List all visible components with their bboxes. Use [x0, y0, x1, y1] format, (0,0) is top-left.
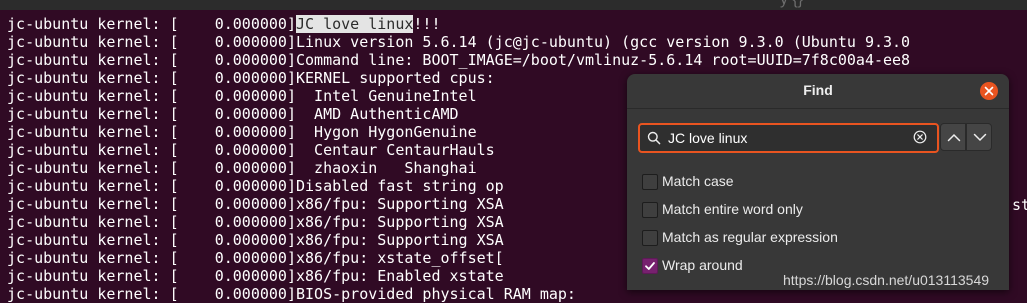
log-message-text: Hygon HygonGenuine: [296, 123, 477, 141]
match-entire-word-checkbox[interactable]: [642, 202, 658, 218]
log-message-text: Linux version 5.6.14 (jc@jc-ubuntu) (gcc…: [296, 33, 911, 51]
log-prefix-text: y 24 12:16:45 jc-ubuntu kernel: [ 0.0000…: [7, 213, 296, 231]
search-field[interactable]: [638, 123, 939, 153]
log-prefix: y 24 12:16:45 jc-ubuntu kernel: [ 0.0000…: [0, 33, 296, 51]
find-next-button[interactable]: [966, 123, 992, 151]
log-prefix: y 24 12:16:45 jc-ubuntu kernel: [ 0.0000…: [0, 141, 296, 159]
log-message: x86/fpu: Supporting XSA: [296, 231, 504, 249]
log-message-text: x86/fpu: Enabled xstate: [296, 267, 504, 285]
log-prefix: y 24 12:16:45 jc-ubuntu kernel: [ 0.0000…: [0, 267, 296, 285]
log-message: Linux version 5.6.14 (jc@jc-ubuntu) (gcc…: [296, 33, 910, 51]
log-message: Disabled fast string op: [296, 177, 504, 195]
log-message-text: x86/fpu: Supporting XSA: [296, 195, 504, 213]
log-prefix: y 24 12:16:45 jc-ubuntu kernel: [ 0.0000…: [0, 51, 296, 69]
log-prefix: y 24 12:16:45 jc-ubuntu kernel: [ 0.0000…: [0, 87, 296, 105]
log-prefix: y 24 12:16:45 jc-ubuntu kernel: [ 0.0000…: [0, 159, 296, 177]
log-prefix: y 24 12:16:45 jc-ubuntu kernel: [ 0.0000…: [0, 285, 296, 303]
log-message-text: Disabled fast string op: [296, 177, 504, 195]
window-title-fragment: y {}: [780, 0, 803, 9]
log-message: Command line: BOOT_IMAGE=/boot/vmlinuz-5…: [296, 51, 910, 69]
terminal-right-fragment: ste: [1012, 196, 1027, 214]
chevron-down-icon: [973, 133, 987, 142]
log-prefix: y 24 12:16:45 jc-ubuntu kernel: [ 0.0000…: [0, 249, 296, 267]
log-message-text: BIOS-provided physical RAM map:: [296, 285, 576, 303]
log-message: zhaoxin Shanghai: [296, 159, 477, 177]
close-icon: [984, 86, 994, 96]
log-prefix-text: y 24 12:16:45 jc-ubuntu kernel: [ 0.0000…: [7, 105, 296, 123]
match-case-label: Match case: [662, 173, 734, 189]
find-previous-button[interactable]: [940, 123, 966, 151]
match-case-checkbox[interactable]: [642, 174, 658, 190]
log-prefix-text: y 24 12:16:45 jc-ubuntu kernel: [ 0.0000…: [7, 33, 296, 51]
log-message-text: x86/fpu: xstate_offset[: [296, 249, 504, 267]
window-titlebar: y {}: [0, 0, 1027, 10]
log-prefix-text: y 24 12:16:45 jc-ubuntu kernel: [ 0.0000…: [7, 195, 296, 213]
search-icon: [647, 131, 661, 145]
log-message-text: !!!: [413, 15, 441, 33]
log-message-text: x86/fpu: Supporting XSA: [296, 213, 504, 231]
log-prefix-text: y 24 12:16:45 jc-ubuntu kernel: [ 0.0000…: [7, 249, 296, 267]
match-regex-checkbox[interactable]: [642, 230, 658, 246]
wrap-around-label: Wrap around: [662, 257, 743, 273]
log-prefix: y 24 12:16:45 jc-ubuntu kernel: [ 0.0000…: [0, 105, 296, 123]
chevron-up-icon: [947, 133, 961, 142]
log-message-text: x86/fpu: Supporting XSA: [296, 231, 504, 249]
log-message-text: Command line: BOOT_IMAGE=/boot/vmlinuz-5…: [296, 51, 911, 69]
log-prefix-text: y 24 12:16:45 jc-ubuntu kernel: [ 0.0000…: [7, 87, 296, 105]
wrap-around-checkbox[interactable]: [642, 258, 658, 274]
clear-search-icon[interactable]: [913, 130, 927, 144]
log-message: AMD AuthenticAMD: [296, 105, 459, 123]
log-prefix: y 24 12:16:45 jc-ubuntu kernel: [ 0.0000…: [0, 123, 296, 141]
log-message-text: Intel GenuineIntel: [296, 87, 477, 105]
log-message: Hygon HygonGenuine: [296, 123, 477, 141]
find-dialog-title: Find: [803, 82, 833, 98]
log-prefix: y 24 12:16:45 jc-ubuntu kernel: [ 0.0000…: [0, 231, 296, 249]
log-message-text: zhaoxin Shanghai: [296, 159, 477, 177]
match-entire-word-label: Match entire word only: [662, 201, 803, 217]
log-prefix: y 24 12:16:45 jc-ubuntu kernel: [ 0.0000…: [0, 177, 296, 195]
log-prefix-text: y 24 12:16:45 jc-ubuntu kernel: [ 0.0000…: [7, 51, 296, 69]
log-prefix-text: y 24 12:16:45 jc-ubuntu kernel: [ 0.0000…: [7, 15, 296, 33]
log-message: KERNEL supported cpus:: [296, 69, 495, 87]
search-input[interactable]: [668, 125, 908, 151]
log-message-text: Centaur CentaurHauls: [296, 141, 495, 159]
log-message-text: AMD AuthenticAMD: [296, 105, 459, 123]
log-message: Intel GenuineIntel: [296, 87, 477, 105]
log-prefix-text: y 24 12:16:45 jc-ubuntu kernel: [ 0.0000…: [7, 285, 296, 303]
log-prefix-text: y 24 12:16:45 jc-ubuntu kernel: [ 0.0000…: [7, 69, 296, 87]
log-message: x86/fpu: Supporting XSA: [296, 213, 504, 231]
log-message: x86/fpu: Supporting XSA: [296, 195, 504, 213]
close-button[interactable]: [980, 82, 998, 100]
find-dialog: Find Match case Match entire: [627, 74, 1009, 290]
match-regex-label: Match as regular expression: [662, 229, 838, 245]
log-prefix: y 24 12:16:45 jc-ubuntu kernel: [ 0.0000…: [0, 213, 296, 231]
find-dialog-header: Find: [627, 74, 1009, 109]
log-prefix-text: y 24 12:16:45 jc-ubuntu kernel: [ 0.0000…: [7, 267, 296, 285]
log-prefix: y 24 12:16:45 jc-ubuntu kernel: [ 0.0000…: [0, 15, 296, 33]
log-message: x86/fpu: Enabled xstate: [296, 267, 504, 285]
log-message: x86/fpu: xstate_offset[: [296, 249, 504, 267]
log-prefix: y 24 12:16:45 jc-ubuntu kernel: [ 0.0000…: [0, 69, 296, 87]
log-prefix-text: y 24 12:16:45 jc-ubuntu kernel: [ 0.0000…: [7, 141, 296, 159]
log-prefix: y 24 12:16:45 jc-ubuntu kernel: [ 0.0000…: [0, 195, 296, 213]
log-message: Centaur CentaurHauls: [296, 141, 495, 159]
log-prefix-text: y 24 12:16:45 jc-ubuntu kernel: [ 0.0000…: [7, 231, 296, 249]
log-message-text: KERNEL supported cpus:: [296, 69, 495, 87]
log-prefix-text: y 24 12:16:45 jc-ubuntu kernel: [ 0.0000…: [7, 177, 296, 195]
log-prefix-text: y 24 12:16:45 jc-ubuntu kernel: [ 0.0000…: [7, 123, 296, 141]
search-match-highlight: JC love linux: [296, 15, 414, 33]
log-message: JC love linux!!!: [296, 15, 441, 33]
watermark-url: https://blog.csdn.net/u013113549: [783, 272, 990, 288]
log-prefix-text: y 24 12:16:45 jc-ubuntu kernel: [ 0.0000…: [7, 159, 296, 177]
check-icon: [645, 262, 655, 270]
log-message: BIOS-provided physical RAM map:: [296, 285, 576, 303]
